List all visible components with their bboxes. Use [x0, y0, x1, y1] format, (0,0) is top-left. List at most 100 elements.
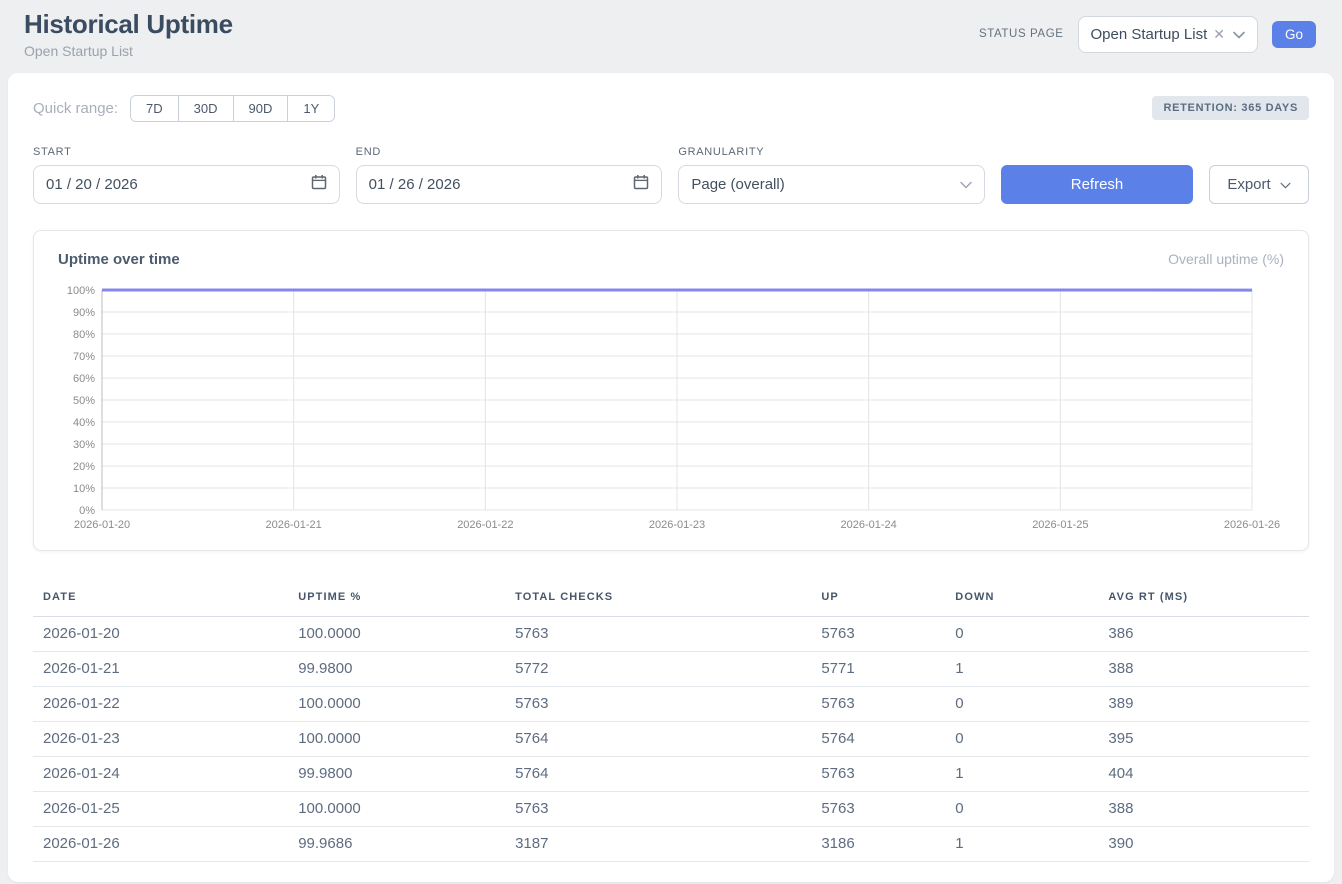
quick-range-1y[interactable]: 1Y: [287, 96, 334, 121]
svg-text:2026-01-21: 2026-01-21: [266, 519, 322, 531]
quick-range-row: Quick range: 7D30D90D1Y RETENTION: 365 D…: [33, 95, 1309, 122]
calendar-icon[interactable]: [311, 174, 327, 194]
table-cell: 3186: [811, 826, 945, 861]
table-cell: 5771: [811, 651, 945, 686]
chart-title: Uptime over time: [58, 251, 180, 268]
svg-text:90%: 90%: [73, 307, 95, 319]
top-bar: Historical Uptime Open Startup List STAT…: [0, 0, 1342, 69]
table-cell: 2026-01-20: [33, 616, 288, 651]
chevron-down-icon: [1280, 176, 1291, 193]
clear-icon[interactable]: ✕: [1213, 26, 1225, 43]
end-date-field: END 01 / 26 / 2026: [356, 146, 663, 204]
end-date-label: END: [356, 146, 663, 158]
svg-text:70%: 70%: [73, 351, 95, 363]
uptime-chart: 0%10%20%30%40%50%60%70%80%90%100%2026-01…: [58, 282, 1284, 534]
table-cell: 5764: [505, 721, 811, 756]
table-cell: 100.0000: [288, 686, 505, 721]
quick-range-group: 7D30D90D1Y: [130, 95, 335, 122]
granularity-label: GRANULARITY: [678, 146, 985, 158]
page-subtitle: Open Startup List: [24, 43, 233, 59]
table-cell: 100.0000: [288, 721, 505, 756]
quick-range-30d[interactable]: 30D: [178, 96, 233, 121]
table-cell: 5764: [505, 756, 811, 791]
start-date-input[interactable]: 01 / 20 / 2026: [33, 165, 340, 204]
table-cell: 395: [1098, 721, 1309, 756]
status-page-select[interactable]: Open Startup List ✕: [1078, 16, 1258, 53]
table-cell: 386: [1098, 616, 1309, 651]
uptime-table-body: 2026-01-20100.00005763576303862026-01-21…: [33, 616, 1309, 861]
table-row: 2026-01-25100.0000576357630388: [33, 791, 1309, 826]
table-cell: 5763: [811, 756, 945, 791]
page-heading: Historical Uptime Open Startup List: [24, 10, 233, 59]
table-cell: 2026-01-23: [33, 721, 288, 756]
table-cell: 0: [945, 616, 1098, 651]
column-header-down: DOWN: [945, 581, 1098, 617]
table-cell: 5764: [811, 721, 945, 756]
table-cell: 5772: [505, 651, 811, 686]
chart-header: Uptime over time Overall uptime (%): [58, 251, 1284, 268]
page-title: Historical Uptime: [24, 10, 233, 39]
table-cell: 2026-01-25: [33, 791, 288, 826]
table-row: 2026-01-22100.0000576357630389: [33, 686, 1309, 721]
svg-text:50%: 50%: [73, 395, 95, 407]
column-header-avg-rt-ms-: AVG RT (MS): [1098, 581, 1309, 617]
table-cell: 2026-01-24: [33, 756, 288, 791]
table-cell: 5763: [505, 616, 811, 651]
table-cell: 3187: [505, 826, 811, 861]
svg-text:10%: 10%: [73, 483, 95, 495]
status-page-controls: STATUS PAGE Open Startup List ✕ Go: [979, 16, 1316, 53]
table-row: 2026-01-2199.9800577257711388: [33, 651, 1309, 686]
granularity-field: GRANULARITY Page (overall): [678, 146, 985, 204]
svg-text:2026-01-20: 2026-01-20: [74, 519, 130, 531]
table-row: 2026-01-2499.9800576457631404: [33, 756, 1309, 791]
refresh-button[interactable]: Refresh: [1001, 165, 1193, 204]
svg-text:2026-01-26: 2026-01-26: [1224, 519, 1280, 531]
end-date-input[interactable]: 01 / 26 / 2026: [356, 165, 663, 204]
table-cell: 1: [945, 756, 1098, 791]
table-cell: 404: [1098, 756, 1309, 791]
table-row: 2026-01-23100.0000576457640395: [33, 721, 1309, 756]
svg-text:2026-01-23: 2026-01-23: [649, 519, 705, 531]
svg-text:80%: 80%: [73, 329, 95, 341]
uptime-table: DATEUPTIME %TOTAL CHECKSUPDOWNAVG RT (MS…: [33, 581, 1309, 862]
start-date-label: START: [33, 146, 340, 158]
retention-badge: RETENTION: 365 DAYS: [1152, 96, 1309, 120]
svg-text:2026-01-22: 2026-01-22: [457, 519, 513, 531]
table-row: 2026-01-2699.9686318731861390: [33, 826, 1309, 861]
chevron-down-icon: [960, 176, 972, 193]
uptime-chart-card: Uptime over time Overall uptime (%) 0%10…: [33, 230, 1309, 551]
go-button[interactable]: Go: [1272, 21, 1316, 48]
quick-range-90d[interactable]: 90D: [233, 96, 288, 121]
granularity-value: Page (overall): [691, 176, 784, 193]
end-date-value: 01 / 26 / 2026: [369, 176, 461, 193]
column-header-date: DATE: [33, 581, 288, 617]
table-cell: 0: [945, 686, 1098, 721]
start-date-field: START 01 / 20 / 2026: [33, 146, 340, 204]
svg-text:2026-01-24: 2026-01-24: [841, 519, 897, 531]
table-cell: 100.0000: [288, 616, 505, 651]
granularity-select[interactable]: Page (overall): [678, 165, 985, 204]
main-panel: Quick range: 7D30D90D1Y RETENTION: 365 D…: [8, 73, 1334, 882]
table-cell: 5763: [505, 791, 811, 826]
quick-range-7d[interactable]: 7D: [131, 96, 178, 121]
table-cell: 2026-01-21: [33, 651, 288, 686]
chevron-down-icon: [1233, 26, 1245, 43]
export-button[interactable]: Export: [1209, 165, 1309, 204]
table-header-row: DATEUPTIME %TOTAL CHECKSUPDOWNAVG RT (MS…: [33, 581, 1309, 617]
table-cell: 5763: [811, 616, 945, 651]
uptime-table-head: DATEUPTIME %TOTAL CHECKSUPDOWNAVG RT (MS…: [33, 581, 1309, 617]
start-date-value: 01 / 20 / 2026: [46, 176, 138, 193]
calendar-icon[interactable]: [633, 174, 649, 194]
column-header-total-checks: TOTAL CHECKS: [505, 581, 811, 617]
svg-text:30%: 30%: [73, 439, 95, 451]
table-cell: 2026-01-26: [33, 826, 288, 861]
table-cell: 1: [945, 826, 1098, 861]
table-cell: 2026-01-22: [33, 686, 288, 721]
svg-text:2026-01-25: 2026-01-25: [1032, 519, 1088, 531]
svg-text:40%: 40%: [73, 417, 95, 429]
table-cell: 1: [945, 651, 1098, 686]
table-cell: 100.0000: [288, 791, 505, 826]
filter-fields-row: START 01 / 20 / 2026 END 01 / 26 / 2026 …: [33, 146, 1309, 204]
table-cell: 388: [1098, 651, 1309, 686]
svg-text:60%: 60%: [73, 373, 95, 385]
